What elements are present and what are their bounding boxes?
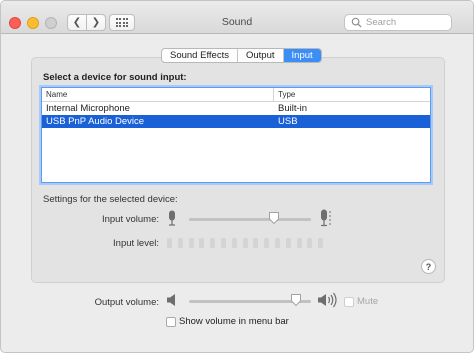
device-type-cell: USB bbox=[278, 116, 298, 127]
microphone-low-icon bbox=[169, 210, 175, 226]
level-meter-cell bbox=[210, 238, 216, 248]
tab-output[interactable]: Output bbox=[238, 49, 284, 62]
microphone-high-icon bbox=[321, 209, 331, 227]
show-volume-in-menu-bar-label: Show volume in menu bar bbox=[179, 316, 289, 327]
level-meter-cell bbox=[177, 238, 183, 248]
table-row-internal-microphone[interactable]: Internal Microphone Built-in bbox=[42, 102, 430, 115]
input-volume-slider[interactable] bbox=[189, 218, 311, 221]
column-header-type[interactable]: Type bbox=[274, 88, 295, 101]
device-name-cell: USB PnP Audio Device bbox=[46, 116, 145, 127]
level-meter-cell bbox=[275, 238, 280, 248]
column-header-name[interactable]: Name bbox=[42, 88, 274, 101]
title-bar: ❮ ❯ Sound Search bbox=[1, 1, 473, 34]
input-level-label: Input level: bbox=[113, 238, 159, 249]
level-meter-cell bbox=[307, 238, 313, 248]
search-field[interactable]: Search bbox=[344, 14, 452, 31]
input-volume-label: Input volume: bbox=[101, 214, 159, 225]
level-meter-cell bbox=[296, 238, 302, 248]
search-placeholder: Search bbox=[366, 17, 397, 28]
level-meter-cell bbox=[264, 238, 270, 248]
tab-sound-effects[interactable]: Sound Effects bbox=[162, 49, 238, 62]
level-meter-cell bbox=[285, 238, 291, 248]
tab-bar: Sound Effects Output Input bbox=[161, 48, 322, 63]
show-volume-in-menu-bar-checkbox[interactable] bbox=[166, 317, 176, 327]
mute-label: Mute bbox=[357, 296, 379, 307]
device-name-cell: Internal Microphone bbox=[46, 103, 130, 114]
speaker-high-icon bbox=[318, 292, 337, 308]
input-volume-slider-knob[interactable] bbox=[269, 212, 280, 224]
level-meter-cell bbox=[167, 238, 172, 248]
input-device-table[interactable]: Name Type Internal Microphone Built-in U… bbox=[41, 87, 431, 183]
search-icon bbox=[351, 17, 362, 28]
help-button[interactable]: ? bbox=[421, 259, 436, 274]
output-volume-slider-knob[interactable] bbox=[291, 294, 302, 306]
table-row-usb-pnp-audio-device[interactable]: USB PnP Audio Device USB bbox=[42, 115, 430, 128]
table-header: Name Type bbox=[42, 88, 430, 102]
tab-input[interactable]: Input bbox=[283, 49, 321, 62]
device-type-cell: Built-in bbox=[278, 103, 308, 114]
device-settings-label: Settings for the selected device: bbox=[43, 194, 178, 205]
level-meter-cell bbox=[318, 238, 324, 248]
level-meter-cell bbox=[231, 238, 237, 248]
level-meter-cell bbox=[188, 238, 194, 248]
speaker-low-icon bbox=[167, 294, 175, 306]
output-volume-label: Output volume: bbox=[94, 297, 159, 308]
level-meter-cell bbox=[242, 238, 248, 248]
sound-preferences-window: ❮ ❯ Sound Search Sound Effects Output In… bbox=[0, 0, 474, 353]
level-meter-cell bbox=[221, 238, 226, 248]
input-device-section-label: Select a device for sound input: bbox=[43, 72, 187, 83]
level-meter-cell bbox=[199, 238, 205, 248]
level-meter-cell bbox=[253, 238, 259, 248]
mute-checkbox[interactable] bbox=[344, 297, 354, 307]
